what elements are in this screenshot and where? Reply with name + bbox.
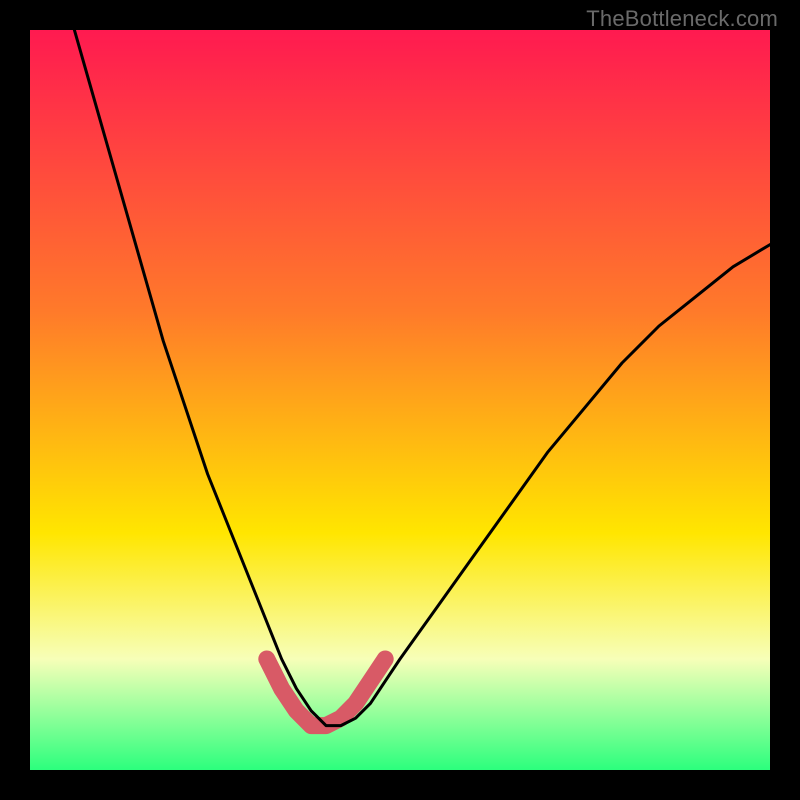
plot-area xyxy=(30,30,770,770)
bottleneck-chart xyxy=(30,30,770,770)
chart-frame: TheBottleneck.com xyxy=(0,0,800,800)
watermark-text: TheBottleneck.com xyxy=(586,6,778,32)
